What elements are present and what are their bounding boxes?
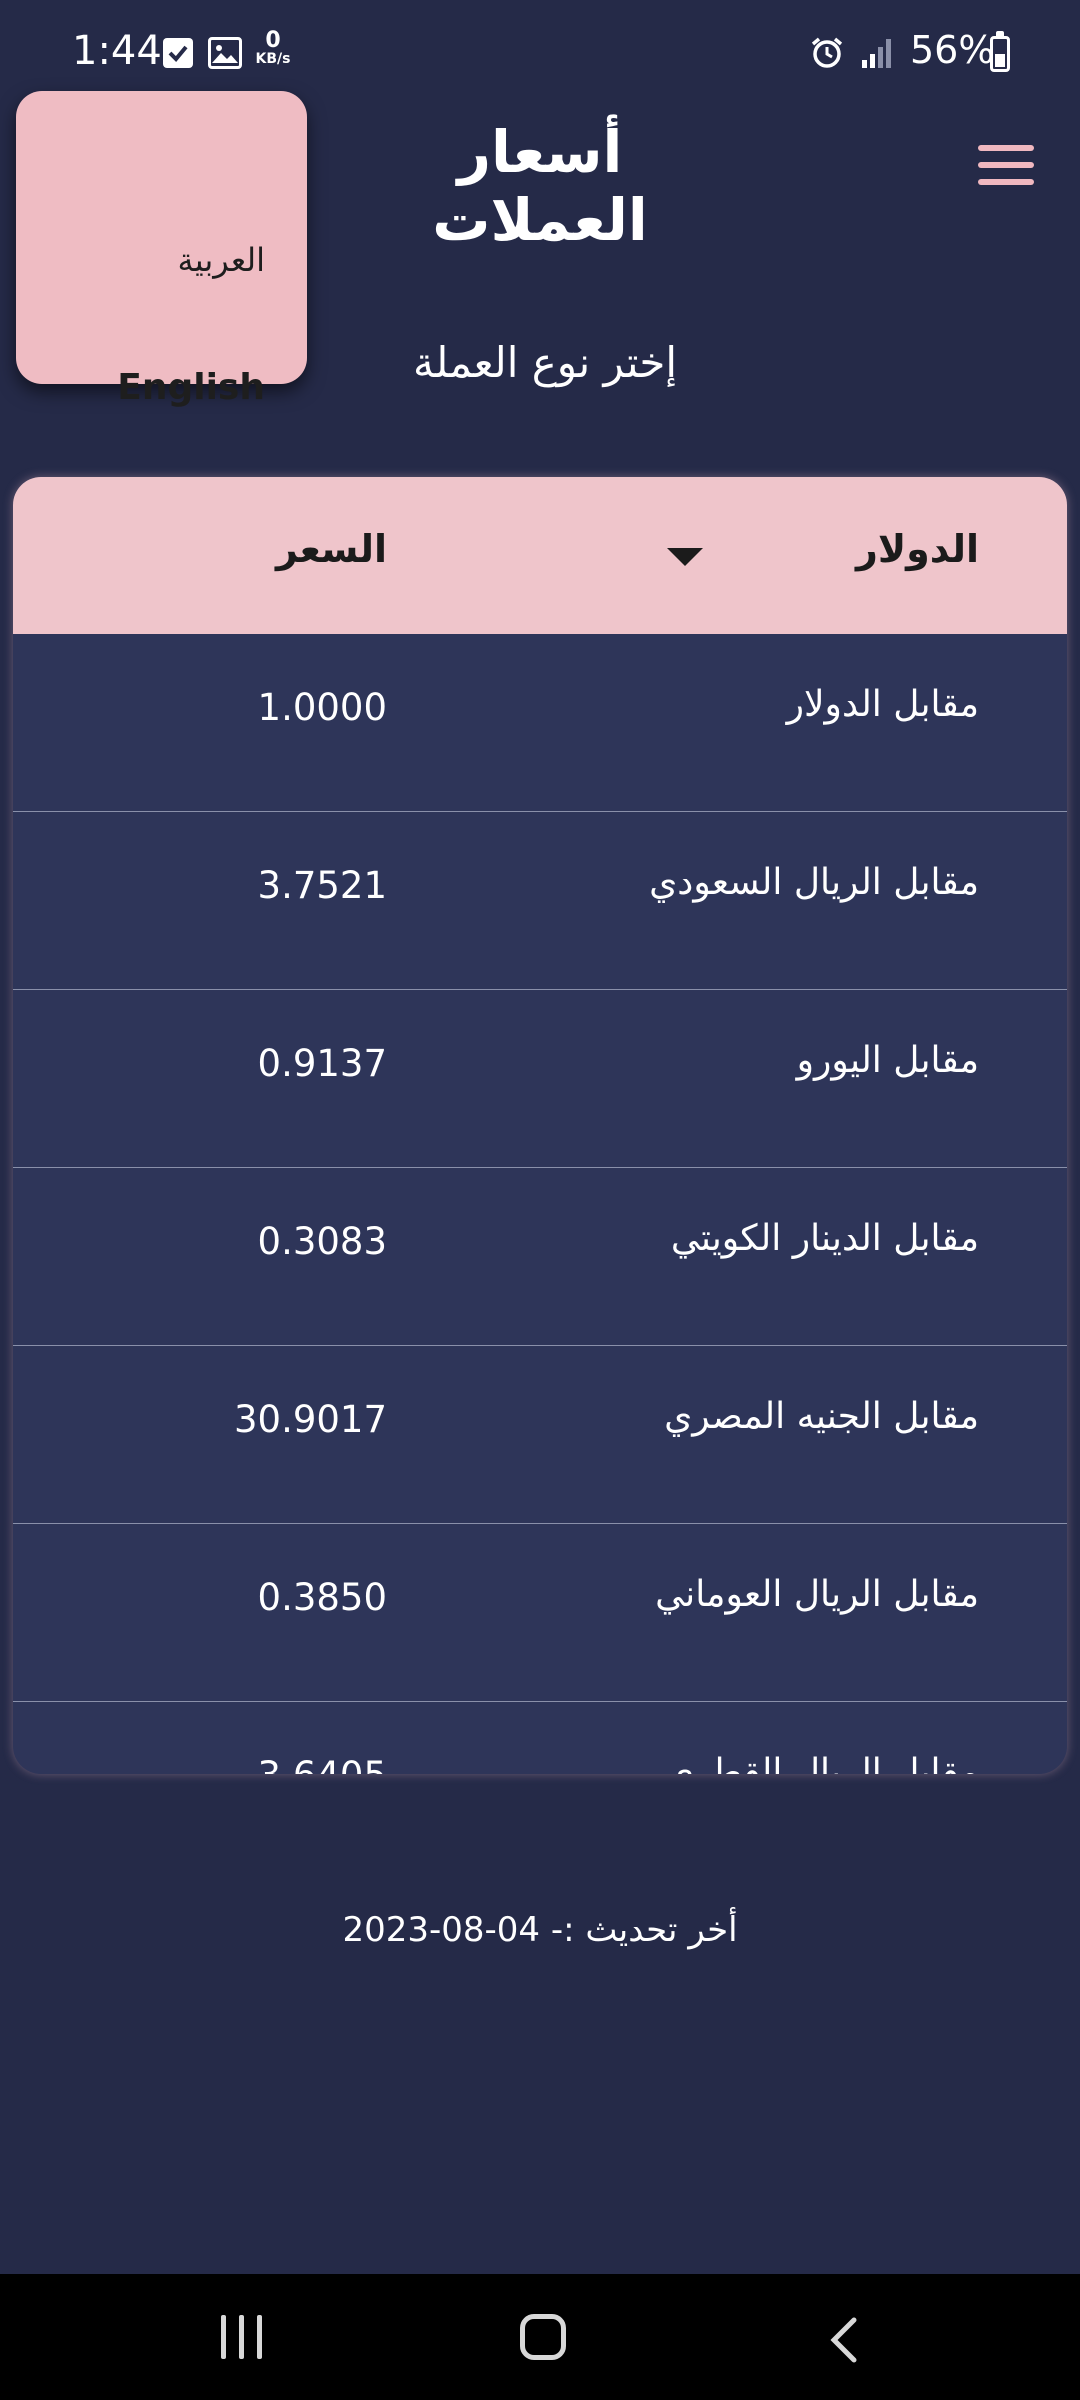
battery-charging-icon <box>990 31 1010 72</box>
row-rate-value: 0.3850 <box>257 1576 387 1619</box>
rate-rows: مقابل الدولار 1.0000 مقابل الريال السعود… <box>13 634 1067 1774</box>
status-time: 1:44 <box>72 28 162 74</box>
net-speed-unit: KB/s <box>255 51 291 67</box>
row-rate-value: 3.6405 <box>258 1754 387 1774</box>
table-row: مقابل اليورو 0.9137 <box>13 990 1067 1168</box>
row-rate-value: 3.7521 <box>257 864 387 907</box>
choose-currency-label: إختر نوع العملة <box>412 338 678 387</box>
row-currency-label: مقابل الجنيه المصري <box>664 1396 979 1437</box>
battery-percentage: 56% <box>910 28 995 72</box>
row-currency-label: مقابل اليورو <box>796 1040 979 1081</box>
currency-selector[interactable]: الدولار <box>856 527 979 571</box>
language-option-english[interactable]: English <box>117 367 265 408</box>
table-row: مقابل الجنيه المصري 30.9017 <box>13 1346 1067 1524</box>
row-rate-value: 0.9137 <box>257 1042 387 1085</box>
row-currency-label: مقابل الريال العوماني <box>655 1574 979 1615</box>
row-currency-label: مقابل الدينار الكويتي <box>670 1218 979 1259</box>
last-update-text: أخر تحديث :- 04-08-2023 <box>342 1910 738 1950</box>
status-bar: 1:44 0 KB/s 56% <box>0 0 1080 105</box>
row-currency-label: مقابل الريال القطري <box>665 1752 979 1774</box>
table-row: مقابل الريال العوماني 0.3850 <box>13 1524 1067 1702</box>
net-speed-value: 0 <box>265 28 281 53</box>
row-rate-value: 30.9017 <box>233 1398 387 1441</box>
home-icon[interactable] <box>520 2314 566 2360</box>
signal-icon <box>860 36 894 74</box>
table-row: مقابل الريال القطري 3.6405 <box>13 1702 1067 1774</box>
exchange-rate-table: الدولار السعر مقابل الدولار 1.0000 مقابل… <box>13 477 1067 1774</box>
gallery-icon <box>208 37 242 69</box>
row-currency-label: مقابل الريال السعودي <box>649 862 979 903</box>
price-column-header: السعر <box>275 527 387 571</box>
row-currency-label: مقابل الدولار <box>786 684 979 725</box>
alarm-icon <box>810 36 844 74</box>
language-menu: العربية English <box>16 91 307 408</box>
table-row: مقابل الدولار 1.0000 <box>13 634 1067 812</box>
table-row: مقابل الريال السعودي 3.7521 <box>13 812 1067 990</box>
check-notification-icon <box>163 38 193 68</box>
hamburger-menu-icon[interactable] <box>978 145 1034 185</box>
recents-icon[interactable] <box>221 2315 263 2359</box>
page-title: أسعار العملات <box>432 118 648 254</box>
battery-level <box>995 53 1005 67</box>
table-row: مقابل الدينار الكويتي 0.3083 <box>13 1168 1067 1346</box>
row-rate-value: 1.0000 <box>257 686 387 729</box>
dropdown-arrow-icon[interactable] <box>667 548 703 566</box>
table-header: الدولار السعر <box>13 477 1067 634</box>
net-speed-indicator: 0 KB/s <box>252 28 294 67</box>
back-icon[interactable] <box>826 2316 860 2368</box>
language-option-arabic[interactable]: العربية <box>178 241 265 279</box>
row-rate-value: 0.3083 <box>257 1220 387 1263</box>
system-navigation-bar <box>0 2274 1080 2400</box>
